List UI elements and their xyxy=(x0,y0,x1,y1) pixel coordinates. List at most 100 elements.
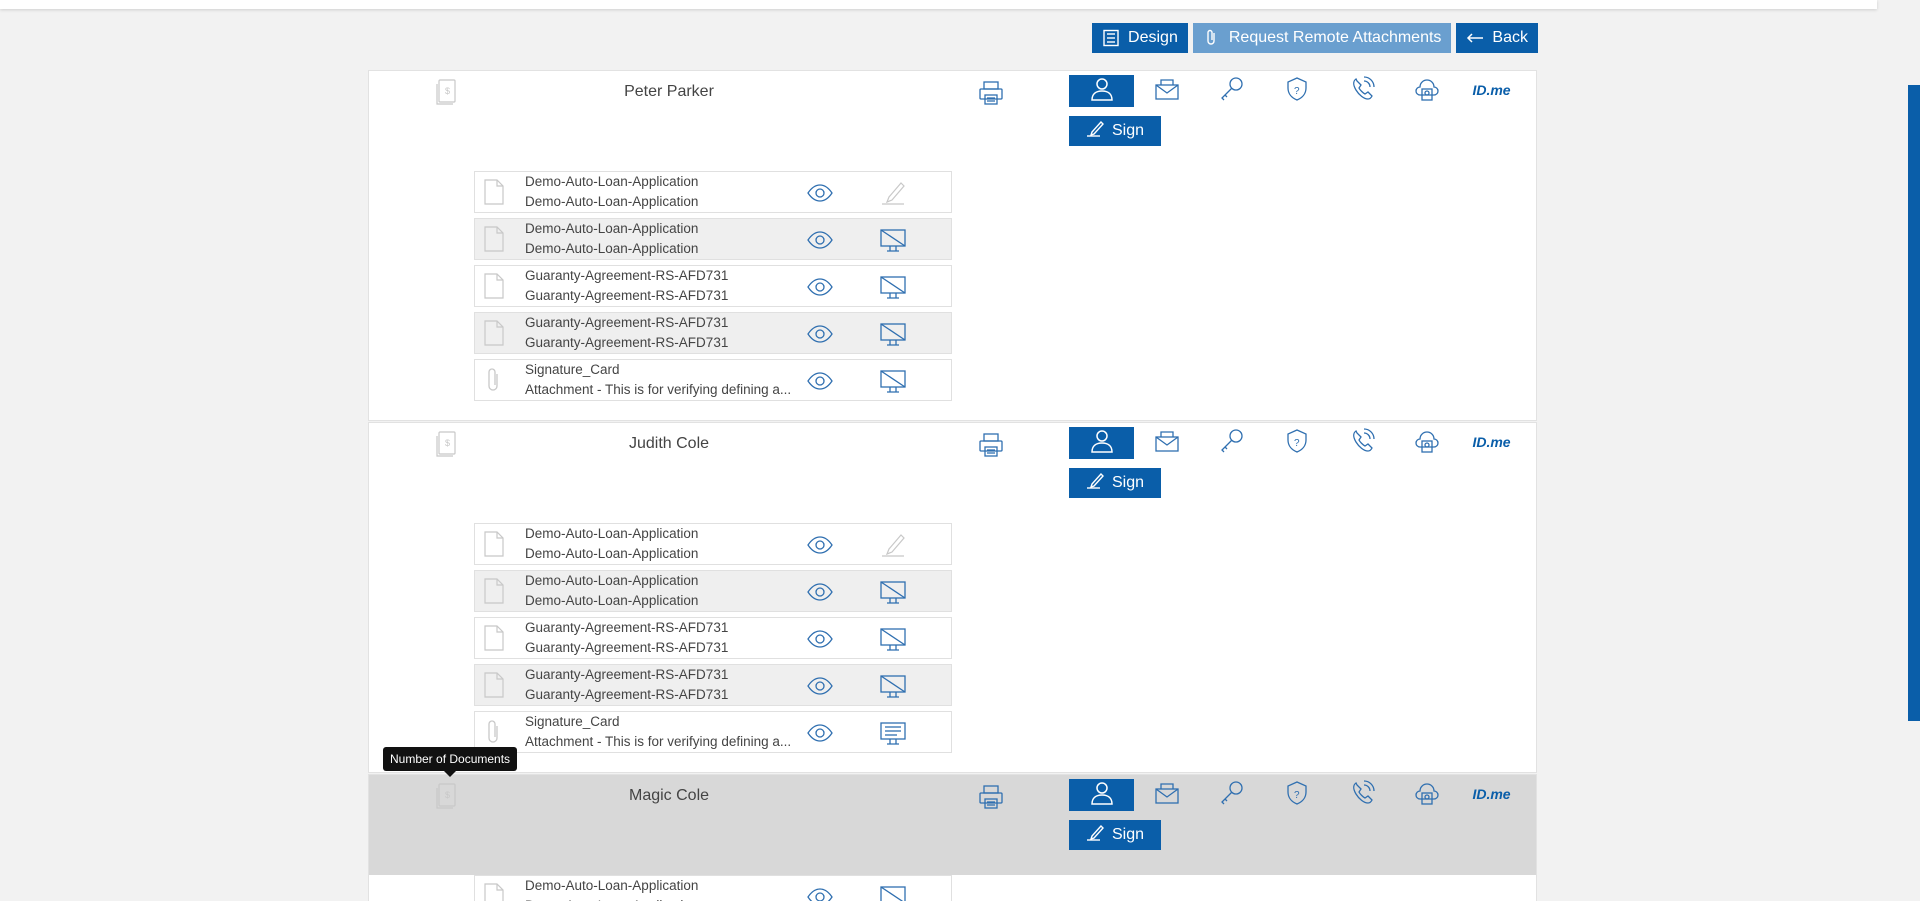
eye-icon[interactable] xyxy=(806,675,834,697)
auth-cloud-id-button[interactable] xyxy=(1394,427,1459,459)
auth-key-button[interactable] xyxy=(1199,75,1264,107)
back-label: Back xyxy=(1492,29,1528,46)
idme-logo[interactable]: ID.me xyxy=(1459,779,1524,811)
auth-person-button[interactable] xyxy=(1069,75,1134,107)
document-row[interactable]: Guaranty-Agreement-RS-AFD731 Guaranty-Ag… xyxy=(474,265,952,307)
eye-icon[interactable] xyxy=(806,534,834,556)
sign-button[interactable]: Sign xyxy=(1069,820,1161,850)
pen-icon xyxy=(1086,824,1104,847)
design-button[interactable]: Design xyxy=(1092,23,1188,53)
print-icon[interactable] xyxy=(977,783,1005,811)
eye-icon[interactable] xyxy=(806,276,834,298)
toolbar: Design Request Remote Attachments Back xyxy=(1092,23,1538,53)
back-button[interactable]: Back xyxy=(1456,23,1538,53)
document-name: Demo-Auto-Loan-Application xyxy=(525,221,699,236)
no-screen-icon[interactable] xyxy=(879,672,907,700)
no-screen-icon[interactable] xyxy=(879,578,907,606)
signer-name: Magic Cole xyxy=(628,787,710,804)
auth-methods: ? ID.me xyxy=(1069,779,1524,811)
sign-label: Sign xyxy=(1111,474,1145,491)
sign-button[interactable]: Sign xyxy=(1069,116,1161,146)
key-icon xyxy=(1218,427,1246,460)
phone-icon xyxy=(1348,75,1376,108)
eye-icon[interactable] xyxy=(806,581,834,603)
paperclip-icon xyxy=(1207,29,1215,45)
phone-icon xyxy=(1348,779,1376,812)
shield-question-icon: ? xyxy=(1283,75,1311,108)
file-icon xyxy=(483,225,505,253)
document-row[interactable]: Demo-Auto-Loan-Application Demo-Auto-Loa… xyxy=(474,523,952,565)
signer-card: $ Judith Cole ? ID.me Sign Demo-Auto-Loan… xyxy=(368,422,1537,773)
document-row[interactable]: Demo-Auto-Loan-Application Demo-Auto-Loa… xyxy=(474,171,952,213)
eye-icon[interactable] xyxy=(806,370,834,392)
document-text: Guaranty-Agreement-RS-AFD731 Guaranty-Ag… xyxy=(525,665,810,705)
auth-shield-question-button[interactable]: ? xyxy=(1264,779,1329,811)
eye-icon[interactable] xyxy=(806,722,834,744)
auth-email-button[interactable] xyxy=(1134,75,1199,107)
auth-key-button[interactable] xyxy=(1199,779,1264,811)
auth-person-button[interactable] xyxy=(1069,427,1134,459)
request-remote-attachments-button[interactable]: Request Remote Attachments xyxy=(1192,23,1452,53)
signer-name: Judith Cole xyxy=(628,435,710,452)
print-icon[interactable] xyxy=(977,431,1005,459)
document-description: Guaranty-Agreement-RS-AFD731 xyxy=(525,335,729,350)
key-icon xyxy=(1218,75,1246,108)
no-screen-icon[interactable] xyxy=(879,883,907,901)
eye-icon[interactable] xyxy=(806,628,834,650)
idme-logo[interactable]: ID.me xyxy=(1459,427,1524,459)
eye-icon[interactable] xyxy=(806,886,834,901)
document-text: Guaranty-Agreement-RS-AFD731 Guaranty-Ag… xyxy=(525,313,810,353)
svg-text:?: ? xyxy=(1294,790,1300,801)
document-row[interactable]: Demo-Auto-Loan-Application Demo-Auto-Loa… xyxy=(474,218,952,260)
scrollbar[interactable] xyxy=(1908,85,1920,721)
document-name: Demo-Auto-Loan-Application xyxy=(525,573,699,588)
top-bar xyxy=(0,0,1877,9)
auth-email-button[interactable] xyxy=(1134,779,1199,811)
auth-phone-button[interactable] xyxy=(1329,75,1394,107)
auth-shield-question-button[interactable]: ? xyxy=(1264,427,1329,459)
cloud-id-icon xyxy=(1413,427,1441,460)
document-row[interactable]: Signature_Card Attachment - This is for … xyxy=(474,711,952,753)
auth-person-button[interactable] xyxy=(1069,779,1134,811)
pen-icon[interactable] xyxy=(879,531,907,559)
number-of-documents-icon[interactable]: $ xyxy=(436,79,458,105)
no-screen-icon[interactable] xyxy=(879,367,907,395)
eye-icon[interactable] xyxy=(806,182,834,204)
auth-cloud-id-button[interactable] xyxy=(1394,75,1459,107)
no-screen-icon[interactable] xyxy=(879,625,907,653)
file-icon xyxy=(483,577,505,605)
document-name: Signature_Card xyxy=(525,362,620,377)
auth-methods: ? ID.me xyxy=(1069,427,1524,459)
no-screen-icon[interactable] xyxy=(879,320,907,348)
number-of-documents-icon[interactable]: $ xyxy=(436,431,458,457)
document-row[interactable]: Demo-Auto-Loan-Application Demo-Auto-Loa… xyxy=(474,570,952,612)
svg-text:?: ? xyxy=(1294,86,1300,97)
auth-phone-button[interactable] xyxy=(1329,427,1394,459)
number-of-documents-icon[interactable]: $ xyxy=(436,783,458,809)
document-row[interactable]: Guaranty-Agreement-RS-AFD731 Guaranty-Ag… xyxy=(474,664,952,706)
signer-header: $ Peter Parker ? ID.me Sign xyxy=(369,71,1536,171)
no-screen-icon[interactable] xyxy=(879,226,907,254)
auth-methods: ? ID.me xyxy=(1069,75,1524,107)
auth-cloud-id-button[interactable] xyxy=(1394,779,1459,811)
document-row[interactable]: Demo-Auto-Loan-Application Demo-Auto-Loa… xyxy=(474,875,952,901)
document-row[interactable]: Signature_Card Attachment - This is for … xyxy=(474,359,952,401)
eye-icon[interactable] xyxy=(806,323,834,345)
no-screen-icon[interactable] xyxy=(879,273,907,301)
eye-icon[interactable] xyxy=(806,229,834,251)
email-icon xyxy=(1153,75,1181,108)
sign-button[interactable]: Sign xyxy=(1069,468,1161,498)
auth-key-button[interactable] xyxy=(1199,427,1264,459)
screen-text-icon[interactable] xyxy=(879,719,907,747)
document-row[interactable]: Guaranty-Agreement-RS-AFD731 Guaranty-Ag… xyxy=(474,617,952,659)
print-icon[interactable] xyxy=(977,79,1005,107)
shield-question-icon: ? xyxy=(1283,427,1311,460)
document-description: Attachment - This is for verifying defin… xyxy=(525,382,792,397)
document-row[interactable]: Guaranty-Agreement-RS-AFD731 Guaranty-Ag… xyxy=(474,312,952,354)
idme-logo[interactable]: ID.me xyxy=(1459,75,1524,107)
auth-email-button[interactable] xyxy=(1134,427,1199,459)
pen-icon[interactable] xyxy=(879,179,907,207)
auth-phone-button[interactable] xyxy=(1329,779,1394,811)
document-text: Demo-Auto-Loan-Application Demo-Auto-Loa… xyxy=(525,571,810,611)
auth-shield-question-button[interactable]: ? xyxy=(1264,75,1329,107)
